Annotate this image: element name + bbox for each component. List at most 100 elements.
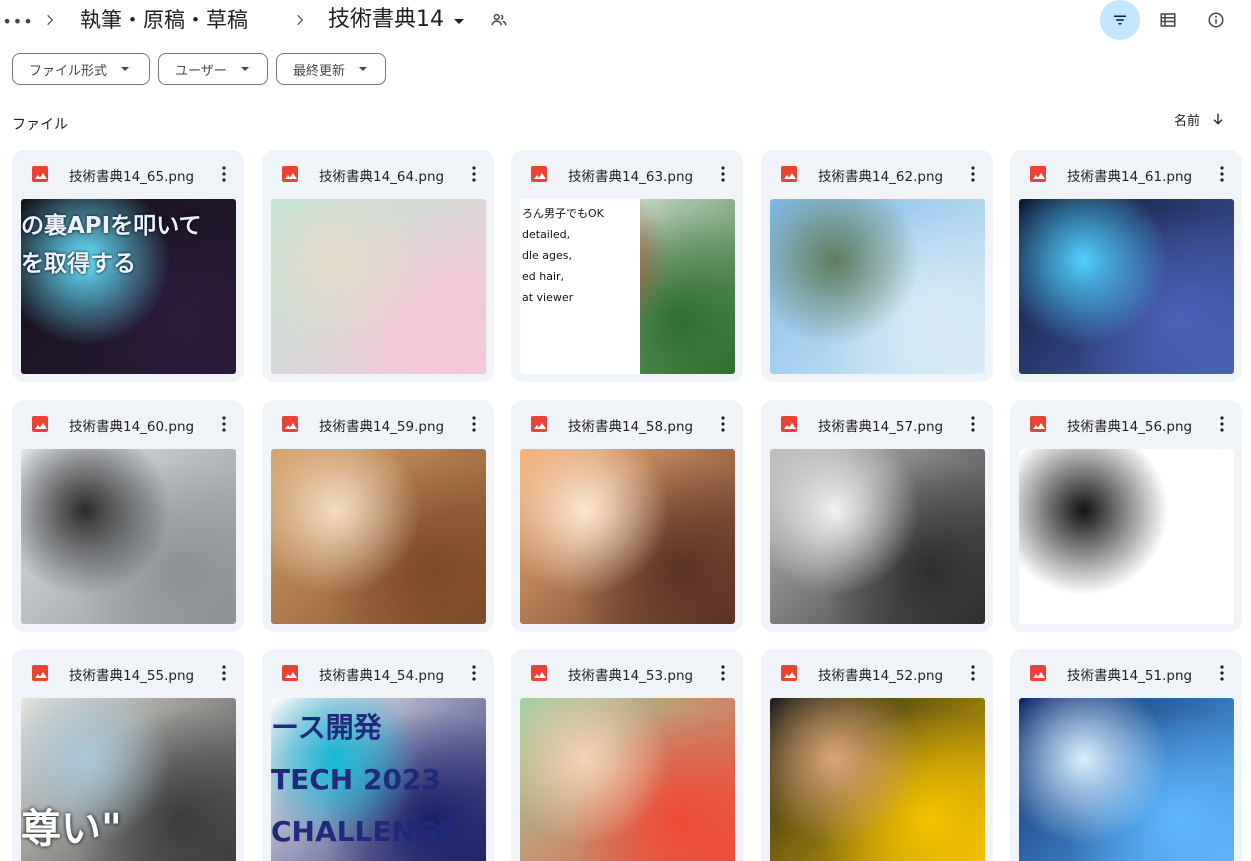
- file-card-header: 技術書典14_61.png: [1010, 150, 1242, 198]
- file-card-header: 技術書典14_53.png: [511, 649, 743, 697]
- more-actions-button[interactable]: [961, 162, 985, 186]
- filter-button[interactable]: [1100, 0, 1140, 40]
- file-card[interactable]: 技術書典14_55.png 尊い": [12, 649, 244, 861]
- file-card-header: 技術書典14_58.png: [511, 400, 743, 448]
- file-card[interactable]: 技術書典14_53.png: [511, 649, 743, 861]
- file-card[interactable]: 技術書典14_63.png ろん男子でもOK detailed, dle ages…: [511, 150, 743, 382]
- breadcrumb-more-button[interactable]: •••: [2, 9, 32, 33]
- file-card-header: 技術書典14_56.png: [1010, 400, 1242, 448]
- dropdown-arrow-icon: [240, 67, 249, 71]
- more-actions-button[interactable]: [462, 162, 486, 186]
- filter-chip-people[interactable]: ユーザー: [158, 53, 268, 85]
- list-view-button[interactable]: [1148, 0, 1188, 40]
- file-card[interactable]: 技術書典14_58.png: [511, 400, 743, 632]
- file-thumbnail: [1019, 449, 1234, 624]
- shared-folder-icon[interactable]: [488, 9, 510, 31]
- file-card-header: 技術書典14_51.png: [1010, 649, 1242, 697]
- image-file-icon: [1030, 166, 1046, 182]
- file-name: 技術書典14_58.png: [568, 419, 694, 435]
- more-actions-button[interactable]: [711, 162, 735, 186]
- more-vert-icon: [721, 416, 725, 432]
- sort-by-name-button[interactable]: 名前: [1174, 108, 1226, 130]
- file-thumbnail: [770, 199, 985, 374]
- more-vert-icon: [1220, 166, 1224, 182]
- file-name: 技術書典14_52.png: [818, 668, 944, 684]
- file-card-header: 技術書典14_62.png: [761, 150, 993, 198]
- filter-chip-label: ファイル形式: [29, 63, 108, 79]
- file-card[interactable]: 技術書典14_62.png: [761, 150, 993, 382]
- breadcrumb-item-parent[interactable]: 執筆・原稿・草稿: [80, 5, 248, 35]
- more-actions-button[interactable]: [462, 412, 486, 436]
- arrow-down-icon: [1213, 113, 1223, 125]
- file-name: 技術書典14_51.png: [1067, 668, 1193, 684]
- list-view-icon: [1160, 13, 1176, 27]
- file-thumbnail: [520, 698, 735, 861]
- file-card-header: 技術書典14_55.png: [12, 649, 244, 697]
- file-name: 技術書典14_57.png: [818, 419, 944, 435]
- file-card-header: 技術書典14_60.png: [12, 400, 244, 448]
- more-actions-button[interactable]: [1210, 162, 1234, 186]
- file-card-header: 技術書典14_54.png: [262, 649, 494, 697]
- more-actions-button[interactable]: [961, 661, 985, 685]
- file-card[interactable]: 技術書典14_59.png: [262, 400, 494, 632]
- file-card[interactable]: 技術書典14_65.png の裏APIを叩いて を取得する: [12, 150, 244, 382]
- dropdown-arrow-icon: [359, 67, 368, 71]
- more-vert-icon: [971, 416, 975, 432]
- more-vert-icon: [222, 416, 226, 432]
- image-file-icon: [1030, 416, 1046, 432]
- file-card[interactable]: 技術書典14_56.png: [1010, 400, 1242, 632]
- filter-chip-type[interactable]: ファイル形式: [12, 53, 150, 85]
- file-name: 技術書典14_60.png: [69, 419, 195, 435]
- file-thumbnail: ース開発 TECH 2023 CHALLENGE: [271, 698, 486, 861]
- file-card[interactable]: 技術書典14_60.png: [12, 400, 244, 632]
- filter-chip-modified[interactable]: 最終更新: [276, 53, 386, 85]
- more-actions-button[interactable]: [212, 412, 236, 436]
- folder-dropdown-icon: [454, 18, 464, 24]
- file-thumbnail: [271, 199, 486, 374]
- file-card[interactable]: 技術書典14_54.png ース開発 TECH 2023 CHALLENGE: [262, 649, 494, 861]
- file-card-header: 技術書典14_59.png: [262, 400, 494, 448]
- file-card-header: 技術書典14_57.png: [761, 400, 993, 448]
- file-thumbnail: [770, 449, 985, 624]
- file-card[interactable]: 技術書典14_51.png: [1010, 649, 1242, 861]
- more-vert-icon: [472, 416, 476, 432]
- more-actions-button[interactable]: [1210, 412, 1234, 436]
- more-vert-icon: [222, 665, 226, 681]
- details-button[interactable]: [1196, 0, 1236, 40]
- file-thumbnail: [1019, 199, 1234, 374]
- more-actions-button[interactable]: [212, 661, 236, 685]
- file-card[interactable]: 技術書典14_52.png: [761, 649, 993, 861]
- file-card[interactable]: 技術書典14_57.png: [761, 400, 993, 632]
- file-card[interactable]: 技術書典14_64.png: [262, 150, 494, 382]
- more-actions-button[interactable]: [212, 162, 236, 186]
- file-name: 技術書典14_53.png: [568, 668, 694, 684]
- file-name: 技術書典14_64.png: [319, 169, 445, 185]
- thumbnail-text: 尊い": [21, 806, 122, 852]
- file-card[interactable]: 技術書典14_61.png: [1010, 150, 1242, 382]
- more-actions-button[interactable]: [711, 412, 735, 436]
- file-thumbnail: [520, 449, 735, 624]
- file-thumbnail: の裏APIを叩いて を取得する: [21, 199, 236, 374]
- image-file-icon: [781, 665, 797, 681]
- more-actions-button[interactable]: [961, 412, 985, 436]
- file-card-header: 技術書典14_63.png: [511, 150, 743, 198]
- image-file-icon: [531, 416, 547, 432]
- section-heading-files: ファイル: [12, 117, 68, 133]
- more-actions-button[interactable]: [711, 661, 735, 685]
- filter-chip-label: 最終更新: [293, 63, 346, 79]
- file-card-header: 技術書典14_52.png: [761, 649, 993, 697]
- more-actions-button[interactable]: [462, 661, 486, 685]
- more-actions-button[interactable]: [1210, 661, 1234, 685]
- file-thumbnail: [770, 698, 985, 861]
- current-folder-label: 技術書典14: [328, 7, 444, 32]
- file-thumbnail: ろん男子でもOK detailed, dle ages, ed hair, at…: [520, 199, 735, 374]
- breadcrumb-current-folder[interactable]: 技術書典14: [328, 5, 464, 35]
- breadcrumb-chevron-icon: [290, 7, 310, 33]
- more-vert-icon: [721, 166, 725, 182]
- file-name: 技術書典14_62.png: [818, 169, 944, 185]
- dropdown-arrow-icon: [121, 67, 130, 71]
- image-file-icon: [32, 665, 48, 681]
- more-vert-icon: [472, 665, 476, 681]
- file-name: 技術書典14_65.png: [69, 169, 195, 185]
- file-name: 技術書典14_56.png: [1067, 419, 1193, 435]
